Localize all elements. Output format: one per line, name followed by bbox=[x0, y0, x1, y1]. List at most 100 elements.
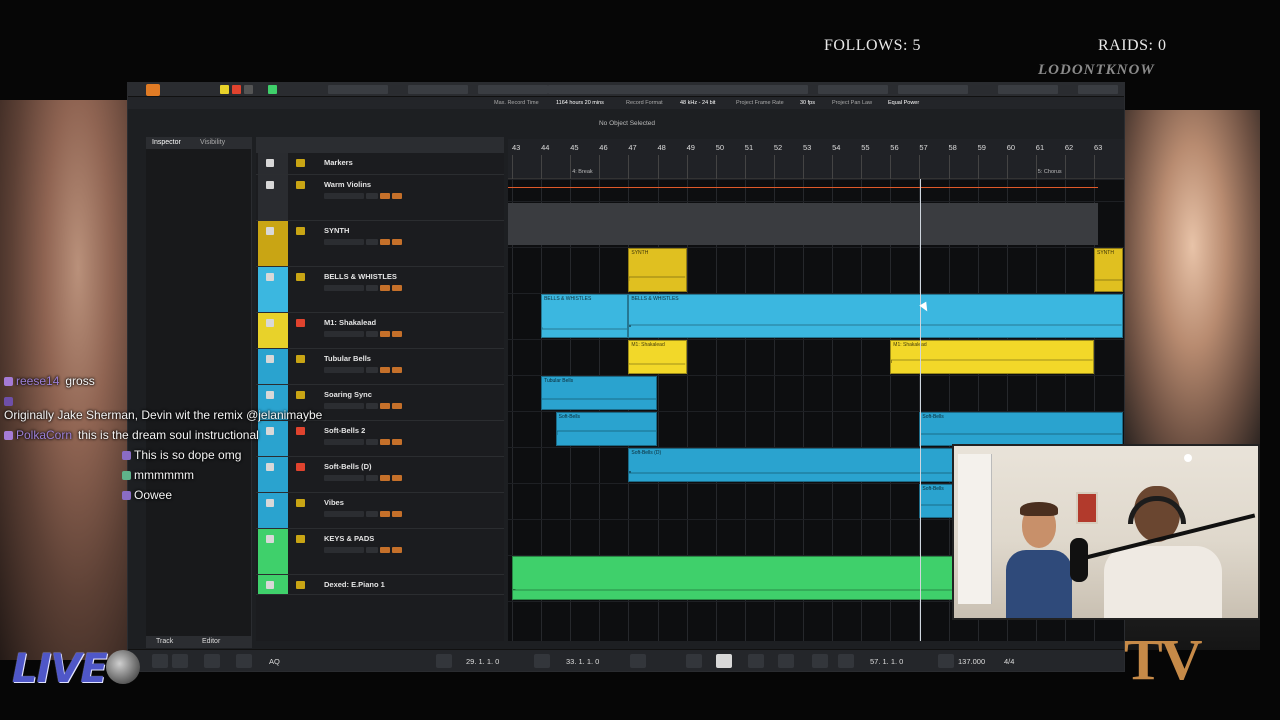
track-edit-button[interactable] bbox=[380, 239, 390, 245]
toolbar-record-button[interactable] bbox=[232, 85, 241, 94]
right-locator-icon[interactable] bbox=[534, 654, 550, 668]
ruler-bar-label: 53 bbox=[803, 143, 812, 152]
piano-icon bbox=[266, 581, 274, 589]
toolbar-group-1[interactable] bbox=[408, 85, 468, 94]
position-format-icon[interactable] bbox=[838, 654, 854, 668]
record-button[interactable] bbox=[778, 654, 794, 668]
channel-brand: LODONTKNOW bbox=[1038, 62, 1155, 78]
track-mute-button[interactable] bbox=[366, 193, 378, 199]
tab-track[interactable]: Track bbox=[156, 638, 173, 645]
track-type-icon bbox=[296, 581, 305, 589]
track-volume-control[interactable] bbox=[324, 193, 364, 199]
ruler-tick bbox=[977, 155, 979, 179]
play-button[interactable] bbox=[748, 654, 764, 668]
snap-type-select[interactable] bbox=[818, 85, 888, 94]
blurred-face-right bbox=[1125, 110, 1260, 450]
track-monitor-button[interactable] bbox=[392, 547, 402, 553]
punch-icon[interactable] bbox=[204, 654, 220, 668]
tab-inspector[interactable]: Inspector bbox=[152, 139, 181, 146]
track-monitor-button[interactable] bbox=[392, 239, 402, 245]
tempo-icon[interactable] bbox=[938, 654, 954, 668]
clip-region[interactable]: BELLS & WHISTLES bbox=[541, 294, 629, 338]
playhead-cursor[interactable] bbox=[920, 179, 921, 641]
ruler-bar-label: 60 bbox=[1006, 143, 1016, 152]
ruler-marker[interactable]: 4: Break bbox=[572, 169, 592, 175]
automation-label[interactable]: AQ bbox=[269, 657, 280, 666]
ruler-marker[interactable]: 5: Chorus bbox=[1038, 169, 1062, 175]
track-row[interactable]: SYNTH bbox=[256, 221, 504, 267]
toolbar-window-controls[interactable] bbox=[1078, 85, 1118, 94]
tab-visibility[interactable]: Visibility bbox=[200, 139, 225, 146]
track-edit-button[interactable] bbox=[380, 331, 390, 337]
track-volume-control[interactable] bbox=[324, 285, 364, 291]
info-value[interactable]: 30 fps bbox=[800, 100, 815, 106]
tab-editor[interactable]: Editor bbox=[202, 638, 220, 645]
track-mute-button[interactable] bbox=[366, 239, 378, 245]
track-edit-button[interactable] bbox=[380, 547, 390, 553]
clip-region[interactable]: M1: Shakalead bbox=[628, 340, 687, 374]
transport-extra-icon[interactable] bbox=[812, 654, 828, 668]
clip-label: Tubular Bells bbox=[544, 378, 574, 384]
toolbar-read-button[interactable] bbox=[244, 85, 253, 94]
track-edit-button[interactable] bbox=[380, 285, 390, 291]
left-locator-icon[interactable] bbox=[436, 654, 452, 668]
cycle-button[interactable] bbox=[686, 654, 702, 668]
track-name: Markers bbox=[324, 158, 353, 167]
tempo-display[interactable]: 137.000 bbox=[958, 657, 985, 666]
track-edit-button[interactable] bbox=[380, 193, 390, 199]
track-monitor-button[interactable] bbox=[392, 331, 402, 337]
chat-badge-icon bbox=[4, 431, 13, 441]
timeline-ruler[interactable]: 43 44 45 46 47 48 49 50 51 52 53 54 55 56 57 58 59 60 61 62… bbox=[508, 139, 1124, 179]
track-mute-button[interactable] bbox=[366, 285, 378, 291]
track-mute-button[interactable] bbox=[366, 547, 378, 553]
track-row[interactable]: BELLS & WHISTLES bbox=[256, 267, 504, 313]
record-mode-icon[interactable] bbox=[172, 654, 188, 668]
stop-button[interactable] bbox=[716, 654, 732, 668]
clip-region[interactable]: SYNTH bbox=[628, 248, 687, 292]
track-volume-control[interactable] bbox=[324, 547, 364, 553]
ruler-tick bbox=[657, 155, 659, 179]
track-volume-control[interactable] bbox=[324, 331, 364, 337]
track-row[interactable]: KEYS & PADS bbox=[256, 529, 504, 575]
info-value[interactable]: 48 kHz - 24 bit bbox=[680, 100, 715, 106]
time-signature-display[interactable]: 4/4 bbox=[1004, 657, 1014, 666]
chat-message: reese14 gross bbox=[4, 374, 95, 388]
track-row[interactable]: Markers bbox=[256, 153, 504, 175]
settings-icon[interactable] bbox=[152, 654, 168, 668]
toolbar-write-button[interactable] bbox=[268, 85, 277, 94]
clip-region[interactable]: Soft-Bells bbox=[555, 412, 658, 446]
ruler-bar-label: 63 bbox=[1094, 143, 1103, 152]
chat-message: mmmmmm bbox=[122, 468, 194, 482]
muted-lane-region[interactable] bbox=[508, 203, 1098, 245]
clip-region[interactable]: Soft-Bells bbox=[919, 412, 1124, 446]
metronome-icon[interactable] bbox=[236, 654, 252, 668]
toolbar-mute-button[interactable] bbox=[220, 85, 229, 94]
track-volume-control[interactable] bbox=[324, 239, 364, 245]
info-value[interactable]: Equal Power bbox=[888, 100, 919, 106]
track-row[interactable]: Dexed: E.Piano 1 bbox=[256, 575, 504, 595]
lock-icon[interactable] bbox=[630, 654, 646, 668]
position-display[interactable]: 57. 1. 1. 0 bbox=[870, 657, 903, 666]
clip-region[interactable]: SYNTH bbox=[1094, 248, 1124, 292]
clip-region[interactable]: BELLS & WHISTLES bbox=[628, 294, 1124, 338]
ruler-tick bbox=[744, 155, 746, 179]
clip-label: Soft-Bells (D) bbox=[631, 450, 662, 456]
toolbar-tools-group[interactable] bbox=[548, 85, 808, 94]
left-locator-display[interactable]: 29. 1. 1. 0 bbox=[466, 657, 499, 666]
info-label: Project Pan Law bbox=[832, 100, 873, 106]
grid-type-select[interactable] bbox=[898, 85, 968, 94]
track-row[interactable]: Warm Violins bbox=[256, 175, 504, 221]
automation-mode-select[interactable] bbox=[328, 85, 388, 94]
track-monitor-button[interactable] bbox=[392, 193, 402, 199]
chat-badge-icon bbox=[4, 377, 13, 387]
track-row[interactable]: M1: Shakalead bbox=[256, 313, 504, 349]
track-mute-button[interactable] bbox=[366, 331, 378, 337]
ruler-tick bbox=[890, 155, 892, 179]
info-value[interactable]: 1164 hours 20 mins bbox=[556, 100, 604, 106]
toolbar-position-display[interactable] bbox=[478, 85, 548, 94]
track-monitor-button[interactable] bbox=[392, 285, 402, 291]
right-locator-display[interactable]: 33. 1. 1. 0 bbox=[566, 657, 599, 666]
info-label: Max. Record Time bbox=[494, 100, 539, 106]
quantize-select[interactable] bbox=[998, 85, 1058, 94]
clip-region[interactable]: Tubular Bells bbox=[541, 376, 658, 410]
